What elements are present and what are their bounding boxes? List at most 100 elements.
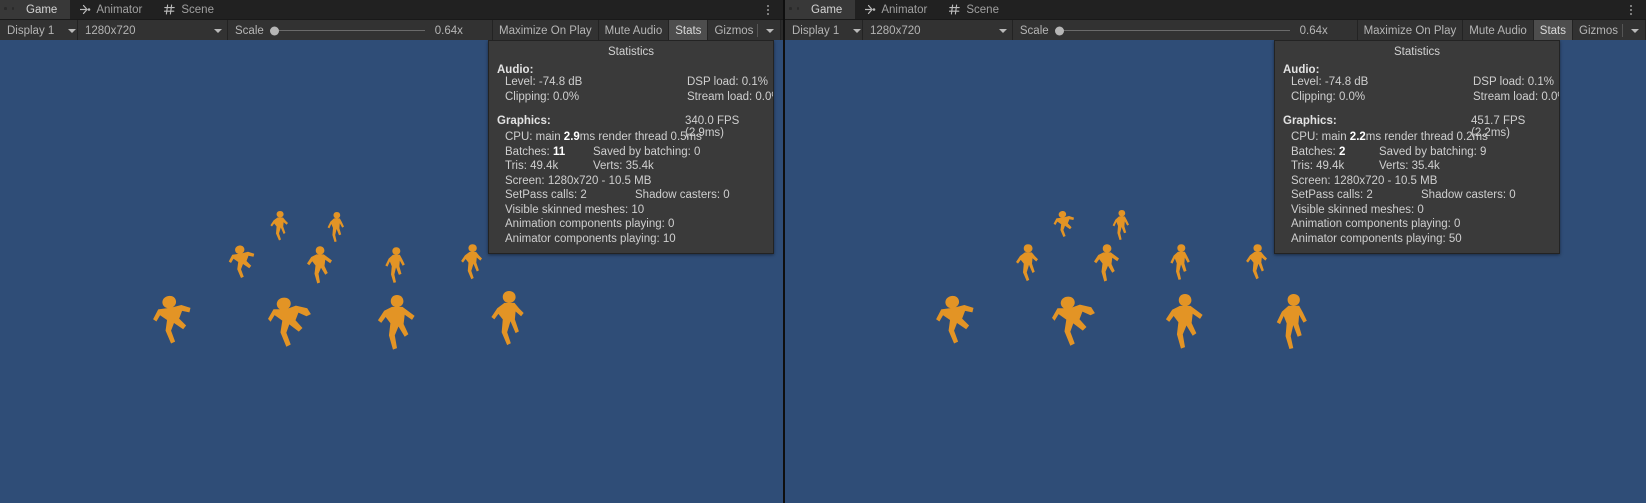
scene-grid-icon (949, 4, 962, 15)
shadow-casters: Shadow casters: 0 (635, 189, 730, 201)
scene-grid-icon (164, 4, 177, 15)
chevron-down-icon (853, 28, 862, 33)
visible-skinned-meshes: Visible skinned meshes: 10 (505, 203, 645, 216)
tab-game[interactable]: Game (785, 0, 856, 19)
character-runner (228, 245, 255, 278)
cpu-row: CPU: main 2.9ms render thread 0.5ms (489, 131, 773, 146)
divider (757, 24, 759, 37)
chevron-down-icon[interactable] (766, 28, 775, 33)
statistics-panel-right: Statistics Audio: Level: -74.8 dB DSP load:… (1274, 40, 1560, 254)
batches-count: 11 (552, 145, 566, 158)
game-viewport-right[interactable]: Statistics Audio: Level: -74.8 dB DSP load:… (785, 40, 1646, 503)
stats-row: Level: -74.8 dB DSP load: 0.1% (1275, 76, 1559, 91)
more-options-icon[interactable] (759, 0, 777, 19)
graphics-section-header: Graphics: (1283, 115, 1337, 127)
display-label: Display 1 (792, 24, 840, 37)
scale-label: Scale (235, 24, 264, 37)
stats-row: Clipping: 0.0% Stream load: 0.0% (489, 91, 773, 106)
saved-by-batching: Saved by batching: 9 (1379, 145, 1487, 158)
tab-strip-spacer (227, 0, 759, 19)
tab-label: Game (811, 3, 843, 16)
tab-label: Scene (966, 3, 999, 16)
scale-slider[interactable] (269, 20, 425, 41)
maximize-on-play-button[interactable]: Maximize On Play (1357, 20, 1464, 41)
batches-row: Batches: 11 Saved by batching: 0 (489, 146, 773, 161)
stats-row: Tris: 49.4k Verts: 35.4k (489, 160, 773, 175)
slider-knob[interactable] (269, 26, 279, 35)
stats-row: Level: -74.8 dB DSP load: 0.1% (489, 76, 773, 91)
stats-row: Visible skinned meshes: 0 (1275, 204, 1559, 219)
character-runner (1165, 294, 1203, 349)
stats-row: Clipping: 0.0% Stream load: 0.0% (1275, 91, 1559, 106)
setpass-calls: SetPass calls: 2 (1291, 189, 1373, 201)
animator-components-playing: Animator components playing: 10 (505, 232, 676, 245)
audio-clipping: Clipping: 0.0% (1291, 90, 1366, 103)
character-runner (385, 247, 405, 283)
graphics-section-header: Graphics: (497, 115, 551, 127)
tab-scene[interactable]: Scene (940, 0, 1012, 19)
tab-game[interactable]: Game (0, 0, 71, 19)
mute-audio-label: Mute Audio (604, 24, 663, 37)
character-runner (1053, 211, 1074, 237)
resolution-dropdown[interactable]: 1280x720 (863, 20, 1013, 41)
visible-skinned-meshes: Visible skinned meshes: 0 (1291, 203, 1424, 216)
mute-audio-button[interactable]: Mute Audio (598, 20, 670, 41)
dsp-load: DSP load: 0.1% (1473, 76, 1554, 88)
more-options-icon[interactable] (1622, 0, 1640, 19)
display-dropdown[interactable]: Display 1 (0, 20, 78, 41)
batches-row: Batches: 2 Saved by batching: 9 (1275, 146, 1559, 161)
slider-knob[interactable] (1054, 26, 1064, 35)
stats-row: Screen: 1280x720 - 10.5 MB (489, 175, 773, 190)
character-runner (377, 295, 415, 350)
character-runner (1094, 244, 1119, 282)
stats-row: SetPass calls: 2 Shadow casters: 0 (1275, 189, 1559, 204)
character-runner (268, 297, 311, 347)
statistics-title: Statistics (1393, 46, 1440, 58)
tab-strip-spacer (1012, 0, 1622, 19)
scale-value: 0.64x (1299, 24, 1328, 37)
shadow-casters: Shadow casters: 0 (1421, 189, 1516, 201)
tab-label: Animator (96, 3, 143, 16)
tab-animator[interactable]: Animator (70, 0, 155, 19)
gamepad-icon (9, 4, 22, 15)
stats-toggle-button[interactable]: Stats (669, 20, 709, 41)
cpu-suffix: ms render thread 0.5ms (579, 131, 702, 143)
slider-track (1054, 30, 1290, 31)
character-runner (461, 244, 482, 280)
batches-prefix: Batches: (505, 145, 553, 158)
resolution-label: 1280x720 (85, 24, 136, 37)
cpu-prefix: CPU: main (1291, 131, 1350, 143)
scale-control: Scale 0.64x (228, 20, 493, 41)
display-dropdown[interactable]: Display 1 (785, 20, 863, 41)
setpass-calls: SetPass calls: 2 (505, 189, 587, 201)
game-viewport-left[interactable]: Statistics Audio: Level: -74.8 dB DSP load:… (0, 40, 783, 503)
resolution-dropdown[interactable]: 1280x720 (78, 20, 228, 41)
audio-section-header: Audio: (1283, 64, 1320, 76)
cpu-main-ms: 2.9 (563, 131, 580, 143)
divider (1622, 24, 1623, 37)
stats-toggle-button[interactable]: Stats (1533, 20, 1574, 41)
character-runner (1112, 210, 1129, 240)
cpu-suffix: ms render thread 0.2ms (1365, 131, 1488, 143)
stats-row: Animation components playing: 0 (1275, 218, 1559, 233)
resolution-label: 1280x720 (870, 24, 921, 37)
chevron-down-icon[interactable] (1631, 28, 1639, 33)
mute-audio-button[interactable]: Mute Audio (1463, 20, 1534, 41)
maximize-on-play-button[interactable]: Maximize On Play (493, 20, 599, 41)
unity-editor-root: Game Animator Scene Display 1 1280x720 Scale 0… (0, 0, 1646, 503)
gizmos-button[interactable]: Gizmos (1573, 20, 1646, 41)
tab-scene[interactable]: Scene (155, 0, 227, 19)
gizmos-button[interactable]: Gizmos (708, 20, 782, 41)
game-pane-left: Game Animator Scene Display 1 1280x720 Scale 0… (0, 0, 783, 503)
saved-by-batching: Saved by batching: 0 (593, 145, 701, 158)
stream-load: Stream load: 0.0% (1473, 90, 1560, 103)
tab-animator[interactable]: Animator (855, 0, 940, 19)
animator-icon (79, 4, 92, 15)
audio-section-header: Audio: (497, 64, 534, 76)
stats-toggle-label: Stats (675, 24, 702, 37)
character-runner (936, 295, 974, 344)
scale-slider[interactable] (1054, 20, 1290, 41)
animator-components-playing: Animator components playing: 50 (1291, 232, 1462, 245)
tab-strip-right: Game Animator Scene (785, 0, 1646, 19)
